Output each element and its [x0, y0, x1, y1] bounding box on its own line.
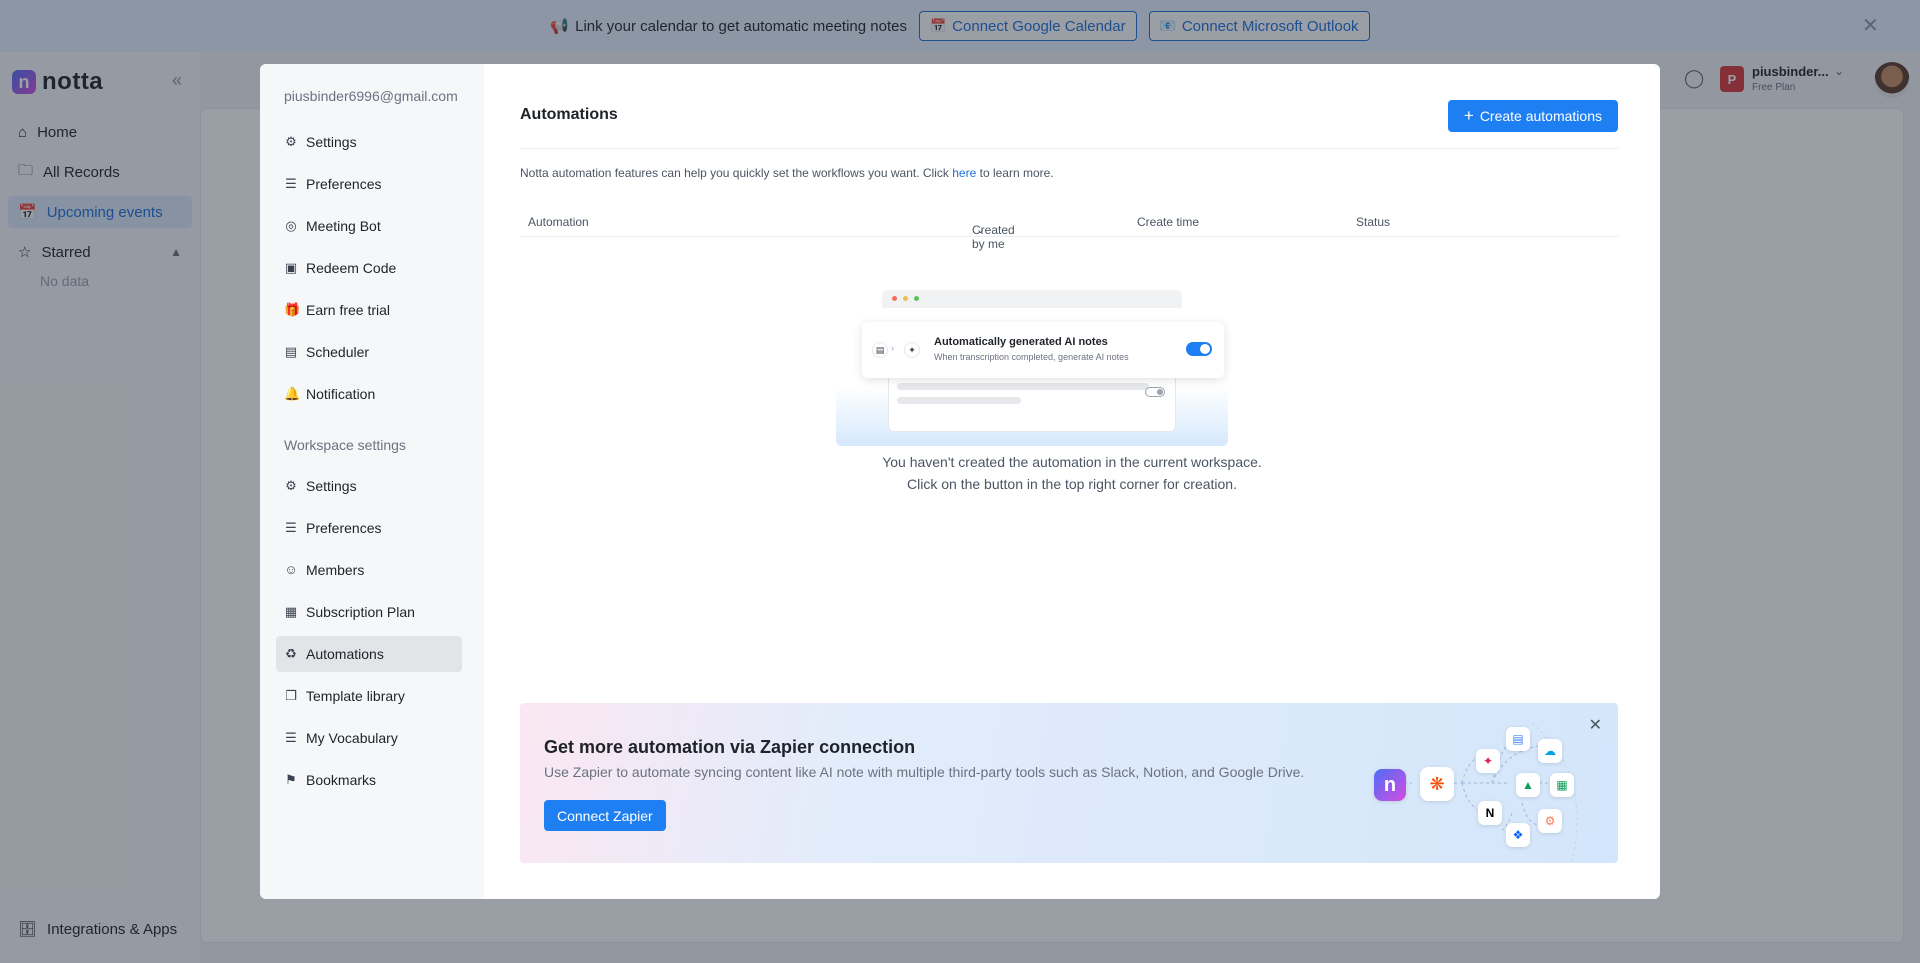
page-title: Automations	[520, 106, 618, 123]
learn-more-link[interactable]: here	[952, 166, 976, 180]
plus-icon: +	[1463, 106, 1474, 125]
workspace-item-settings[interactable]: ⚙ Settings	[276, 468, 462, 504]
settings-modal: piusbinder6996@gmail.com ⚙ Settings ☰ Pr…	[260, 64, 1660, 899]
dropbox-icon: ❖	[1506, 823, 1530, 847]
bookmark-icon: ⚑	[285, 772, 297, 787]
zapier-promo-card: Get more automation via Zapier connectio…	[520, 703, 1618, 863]
placeholder-bar	[897, 397, 1021, 404]
empty-state-illustration: ▤ › ✦ Automatically generated AI notes W…	[836, 290, 1228, 446]
gift-icon: 🎁	[284, 302, 301, 317]
map-icon: ▦	[284, 604, 298, 619]
sliders-icon: ☰	[285, 176, 297, 191]
column-status: Status	[1356, 215, 1391, 229]
scheduler-icon: ▤	[284, 344, 298, 359]
google-drive-icon: ▲	[1516, 773, 1540, 797]
gear-icon: ⚙	[285, 134, 297, 149]
placeholder-bar	[897, 383, 1149, 390]
connect-zapier-button[interactable]: Connect Zapier	[544, 800, 666, 831]
create-automations-button[interactable]: + Create automations	[1447, 100, 1618, 132]
note-icon: ▤	[872, 342, 888, 358]
notta-app-icon: n	[1374, 769, 1406, 801]
settings-item-notification[interactable]: 🔔 Notification	[276, 376, 462, 412]
notion-icon: N	[1478, 801, 1502, 825]
workspace-item-automations[interactable]: ♻ Automations	[276, 636, 462, 672]
empty-state-line1: You haven't created the automation in th…	[882, 454, 1262, 470]
settings-item-settings[interactable]: ⚙ Settings	[276, 124, 462, 160]
google-sheets-icon: ▦	[1550, 773, 1574, 797]
workspace-item-members[interactable]: ☺ Members	[276, 552, 462, 588]
settings-item-redeem-code[interactable]: ▣ Redeem Code	[276, 250, 462, 286]
hubspot-icon: ⚙	[1538, 809, 1562, 833]
integrations-illustration: n ❋ ✦ ▤ ☁ ▲ ▦ N ❖ ⚙	[1352, 713, 1592, 863]
bell-icon: 🔔	[284, 386, 301, 401]
workspace-item-template-library[interactable]: ❐ Template library	[276, 678, 462, 714]
list-icon: ☰	[285, 730, 297, 745]
account-email: piusbinder6996@gmail.com	[284, 88, 458, 104]
google-docs-icon: ▤	[1506, 727, 1530, 751]
window-dot-yellow	[903, 296, 908, 301]
slack-icon: ✦	[1476, 749, 1500, 773]
toggle-off-icon	[1145, 387, 1165, 397]
automation-icon: ♻	[285, 646, 297, 661]
settings-item-preferences[interactable]: ☰ Preferences	[276, 166, 462, 202]
settings-sidebar: piusbinder6996@gmail.com ⚙ Settings ☰ Pr…	[260, 64, 484, 899]
ticket-icon: ▣	[284, 260, 298, 275]
workspace-item-preferences[interactable]: ☰ Preferences	[276, 510, 462, 546]
settings-item-meeting-bot[interactable]: ◎ Meeting Bot	[276, 208, 462, 244]
title-divider	[520, 148, 1618, 149]
zapier-app-icon: ❋	[1420, 767, 1454, 801]
gear-icon: ⚙	[285, 478, 297, 493]
user-icon: ☺	[284, 562, 298, 577]
automations-table-header: Automation Created by me ⌄ Create time S…	[520, 207, 1618, 251]
zapier-description: Use Zapier to automate syncing content l…	[544, 764, 1305, 780]
window-dot-red	[892, 296, 897, 301]
settings-item-scheduler[interactable]: ▤ Scheduler	[276, 334, 462, 370]
empty-state-line2: Click on the button in the top right cor…	[907, 476, 1237, 492]
workspace-item-subscription-plan[interactable]: ▦ Subscription Plan	[276, 594, 462, 630]
window-bar	[882, 290, 1182, 308]
bot-icon: ◎	[285, 218, 297, 233]
arrow-right-icon: ›	[891, 343, 894, 353]
chevron-down-icon: ⌄	[976, 224, 986, 236]
column-create-time: Create time	[1137, 215, 1200, 229]
salesforce-icon: ☁	[1538, 739, 1562, 763]
ai-sparkle-icon: ✦	[904, 342, 920, 358]
column-automation: Automation	[528, 215, 589, 229]
automations-panel: Automations + Create automations Notta a…	[484, 64, 1660, 899]
zapier-title: Get more automation via Zapier connectio…	[544, 737, 916, 757]
workspace-item-bookmarks[interactable]: ⚑ Bookmarks	[276, 762, 462, 798]
workspace-item-my-vocabulary[interactable]: ☰ My Vocabulary	[276, 720, 462, 756]
workspace-settings-heading: Workspace settings	[284, 437, 406, 453]
automation-description: Notta automation features can help you q…	[520, 166, 1054, 180]
settings-item-earn-free-trial[interactable]: 🎁 Earn free trial	[276, 292, 462, 328]
window-dot-green	[914, 296, 919, 301]
sliders-icon: ☰	[285, 520, 297, 535]
template-icon: ❐	[285, 688, 297, 703]
illustration-card-primary: ▤ › ✦ Automatically generated AI notes W…	[862, 322, 1224, 378]
toggle-on-icon	[1186, 342, 1212, 356]
